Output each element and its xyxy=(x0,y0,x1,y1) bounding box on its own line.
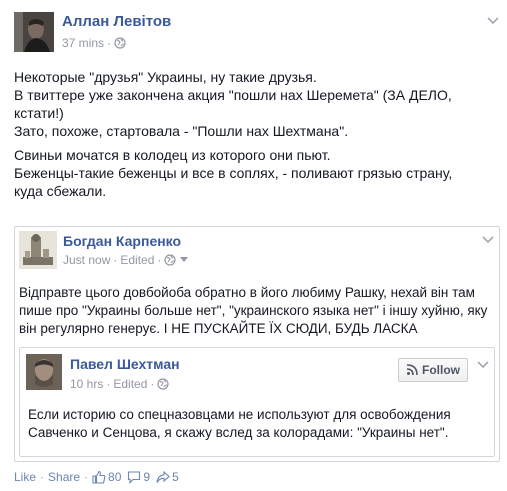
post-meta: 37 mins · xyxy=(62,36,126,52)
shared-meta: Just now · Edited · xyxy=(63,253,188,269)
shared-author-name[interactable]: Богдан Карпенко xyxy=(63,233,181,249)
edited-label[interactable]: Edited xyxy=(120,253,154,267)
nested-timestamp[interactable]: 10 hrs xyxy=(70,377,103,391)
nested-post-text: Если историю со спецназовцами не использ… xyxy=(28,407,451,440)
action-separator: · xyxy=(40,470,45,484)
globe-icon[interactable] xyxy=(157,378,169,393)
follow-label: Follow xyxy=(422,363,460,377)
meta-separator: · xyxy=(113,253,118,267)
meta-separator: · xyxy=(150,377,155,391)
thumbs-up-icon xyxy=(92,470,106,484)
comment-count[interactable]: 9 xyxy=(127,470,150,484)
dropdown-caret-icon[interactable] xyxy=(179,257,188,263)
like-count-value: 80 xyxy=(108,470,122,484)
author-avatar[interactable] xyxy=(14,12,54,52)
post-paragraph: Некоторые "друзья" Украины, ну такие дру… xyxy=(14,69,317,85)
post-body: Некоторые "друзья" Украины, ну такие дру… xyxy=(14,68,484,200)
like-count[interactable]: 80 xyxy=(92,470,121,484)
author-name[interactable]: Аллан Левітов xyxy=(62,13,171,30)
shared-author-avatar[interactable] xyxy=(19,231,57,269)
nested-meta: 10 hrs · Edited · xyxy=(70,377,169,393)
nested-author-name[interactable]: Павел Шехтман xyxy=(70,356,180,372)
meta-separator: · xyxy=(106,377,111,391)
shared-post-text: Відправте цього довбойоба обратно в його… xyxy=(19,285,488,336)
follow-button[interactable]: Follow xyxy=(398,358,468,382)
share-arrow-icon xyxy=(156,470,170,483)
comment-count-value: 9 xyxy=(143,470,151,484)
globe-icon[interactable] xyxy=(164,254,176,269)
post-timestamp[interactable]: 37 mins xyxy=(62,36,104,50)
globe-icon[interactable] xyxy=(114,37,126,52)
shared-post: Богдан Карпенко Just now · Edited · Відправ… xyxy=(14,226,500,462)
edited-label[interactable]: Edited xyxy=(113,377,147,391)
action-separator: · xyxy=(84,470,89,484)
chevron-down-icon[interactable] xyxy=(476,358,490,372)
meta-separator: · xyxy=(157,253,162,267)
chevron-down-icon[interactable] xyxy=(486,14,500,28)
share-count[interactable]: 5 xyxy=(156,470,179,484)
meta-separator: · xyxy=(107,36,112,50)
chevron-down-icon[interactable] xyxy=(481,233,495,247)
share-link[interactable]: Share xyxy=(48,470,80,484)
like-link[interactable]: Like xyxy=(14,470,36,484)
post-paragraph: Беженцы-такие беженцы и все в соплях, - … xyxy=(14,165,453,199)
nested-shared-post: Павел Шехтман 10 hrs · Edited · Follow Если… xyxy=(19,347,495,457)
nested-author-avatar[interactable] xyxy=(26,354,62,390)
rss-icon xyxy=(406,364,418,376)
post-actions: Like · Share · 80 9 5 xyxy=(14,470,179,484)
post-paragraph: В твиттере уже закончена акция "пошли на… xyxy=(14,87,452,121)
post-paragraph: Свиньи мочатся в колодец из которого они… xyxy=(14,147,331,163)
post-paragraph: Зато, похоже, стартовала - "Пошли нах Ше… xyxy=(14,123,349,139)
share-count-value: 5 xyxy=(172,470,179,484)
facebook-post: Аллан Левітов 37 mins · Некоторые "друзья… xyxy=(0,0,507,491)
comment-icon xyxy=(128,471,141,484)
shared-timestamp[interactable]: Just now xyxy=(63,253,110,267)
